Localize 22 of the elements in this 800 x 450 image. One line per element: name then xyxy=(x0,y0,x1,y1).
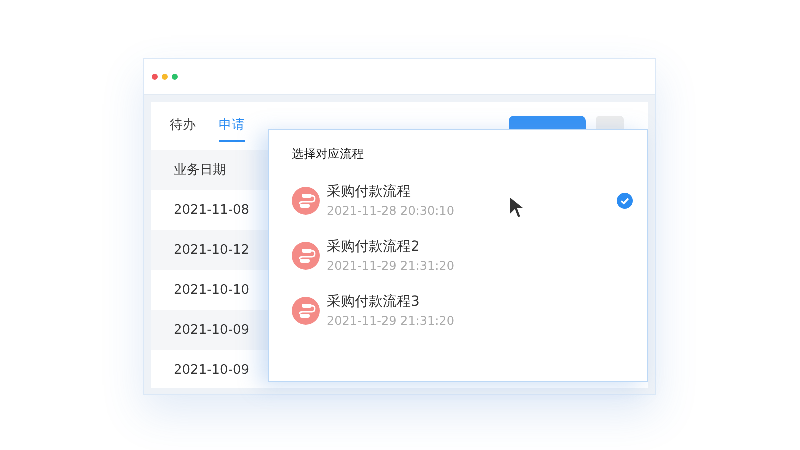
process-name: 采购付款流程3 xyxy=(327,293,421,311)
window-dot[interactable] xyxy=(152,74,158,80)
process-name: 采购付款流程2 xyxy=(327,238,421,256)
process-item[interactable]: 采购付款流程3 2021-11-29 21:31:20 xyxy=(292,283,647,338)
table-cell-text: 2021-10-09 xyxy=(173,362,251,380)
window-dot[interactable] xyxy=(172,74,178,80)
process-time: 2021-11-29 21:31:20 xyxy=(327,314,454,328)
table-cell: 2021-10-09 xyxy=(151,310,268,350)
window-dot[interactable] xyxy=(162,74,168,80)
process-item[interactable]: 采购付款流程2 2021-11-29 21:31:20 xyxy=(292,228,647,283)
table-cell: 2021-10-12 xyxy=(151,230,268,270)
flow-icon xyxy=(292,296,320,324)
process-time: 2021-11-29 21:31:20 xyxy=(327,259,454,273)
table-cell-text: 2021-11-08 xyxy=(173,202,251,220)
flow-icon xyxy=(292,242,320,270)
tab[interactable]: 待办 xyxy=(170,110,196,142)
table-cell-text: 2021-10-10 xyxy=(173,282,251,300)
column-header: 业务日期 xyxy=(151,150,268,190)
process-time: 2021-11-28 20:30:10 xyxy=(327,204,454,218)
popup-title: 选择对应流程 xyxy=(292,146,365,163)
flow-icon xyxy=(292,186,320,214)
process-name: 采购付款流程 xyxy=(327,183,412,201)
